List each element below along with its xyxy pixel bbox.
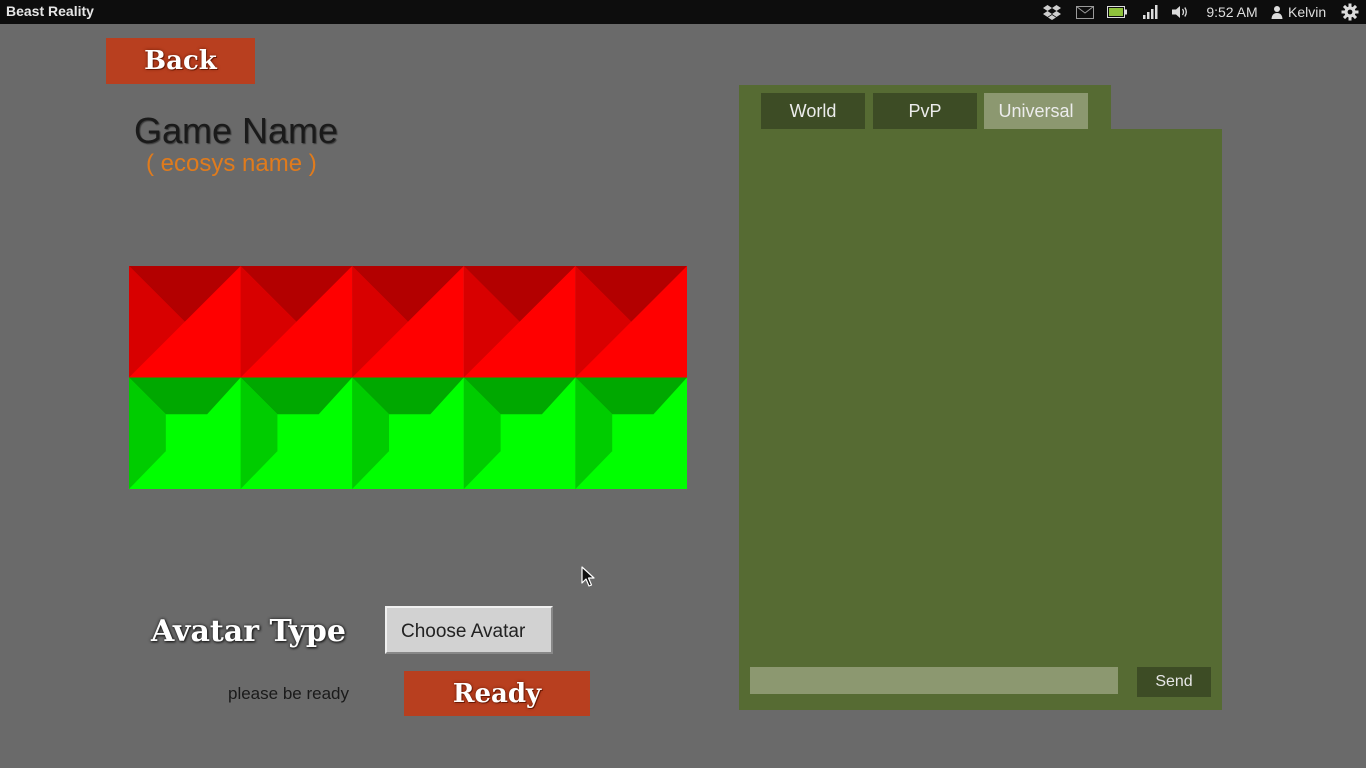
send-button[interactable]: Send [1137, 667, 1211, 697]
tab-pvp[interactable]: PvP [873, 93, 977, 129]
system-top-bar: Beast Reality 9:52 AM Kelvin [0, 0, 1366, 24]
app-title: Beast Reality [6, 3, 94, 19]
ready-button[interactable]: Ready [404, 671, 590, 716]
avatar-select-value: Choose Avatar [401, 621, 526, 642]
mail-icon[interactable] [1073, 0, 1097, 24]
team-map [129, 266, 687, 489]
tab-world[interactable]: World [761, 93, 865, 129]
network-signal-icon[interactable] [1138, 0, 1162, 24]
back-button[interactable]: Back [106, 38, 255, 84]
clock[interactable]: 9:52 AM [1200, 0, 1264, 24]
user-name: Kelvin [1288, 4, 1327, 20]
chat-panel [739, 129, 1222, 710]
avatar-type-label: Avatar Type [151, 614, 346, 649]
ready-hint: please be ready [228, 684, 349, 703]
chat-message-input[interactable] [750, 667, 1118, 694]
volume-icon[interactable] [1168, 0, 1192, 24]
mouse-cursor-icon [581, 566, 595, 587]
tab-universal[interactable]: Universal [984, 93, 1088, 129]
ecosys-name: ( ecosys name ) [146, 150, 317, 177]
battery-icon[interactable] [1104, 0, 1130, 24]
dropbox-icon[interactable] [1040, 0, 1064, 24]
user-menu[interactable]: Kelvin [1270, 0, 1334, 24]
avatar-type-select[interactable]: Choose Avatar [385, 606, 553, 654]
game-name-title: Game Name [134, 110, 339, 151]
gear-icon[interactable] [1338, 0, 1362, 24]
user-icon [1271, 6, 1283, 19]
